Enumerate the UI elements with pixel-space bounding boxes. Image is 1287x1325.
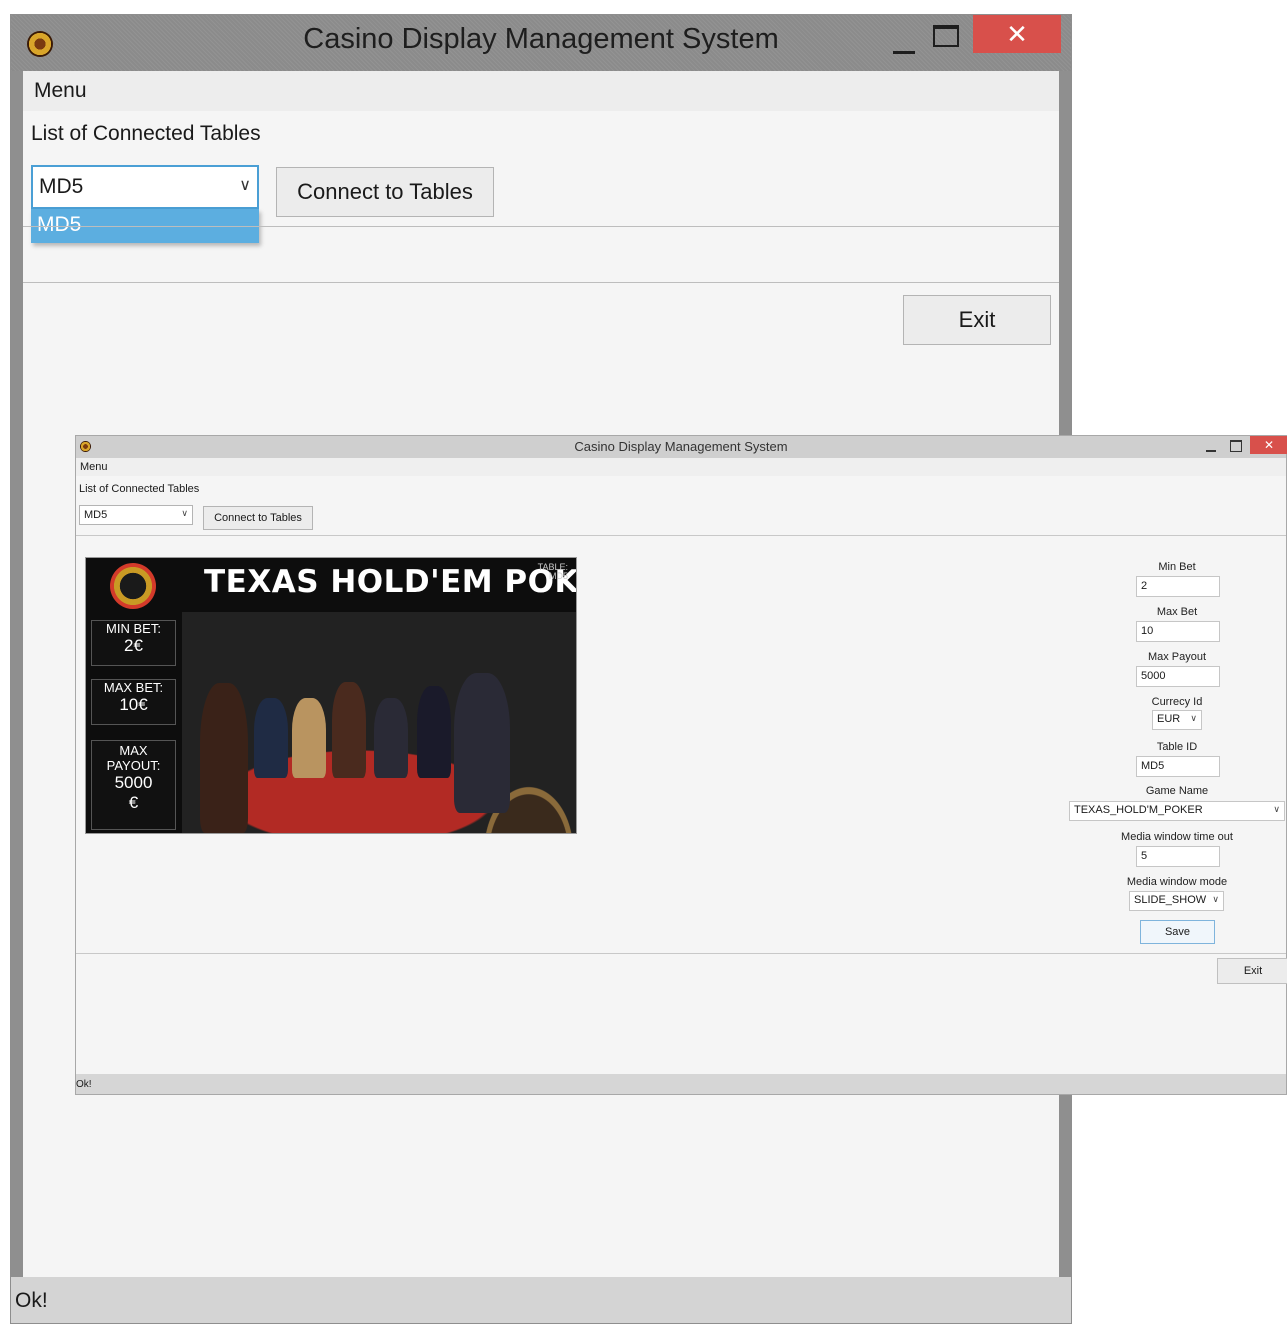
min-bet-input[interactable]: 2	[1136, 576, 1220, 597]
title-bar[interactable]: Casino Display Management System ✕	[76, 436, 1287, 458]
media-window-mode-label: Media window mode	[1126, 876, 1228, 888]
casino-photo	[182, 612, 576, 833]
status-text: Ok!	[76, 1079, 92, 1090]
banner-min-bet-label: MIN BET:	[106, 621, 161, 636]
banner-max-bet-label: MAX BET:	[103, 680, 164, 695]
divider	[76, 953, 1286, 954]
max-payout-input[interactable]: 5000	[1136, 666, 1220, 687]
window-title: Casino Display Management System	[574, 439, 788, 454]
table-select[interactable]: MD5 ∨	[31, 165, 259, 209]
banner-game-title: TEXAS HOLD'EM POKER	[204, 564, 577, 600]
banner-table-label: TABLE: MD5	[537, 562, 568, 581]
table-select[interactable]: MD5 ∨	[79, 505, 193, 525]
minimize-icon[interactable]	[1204, 441, 1218, 453]
game-banner-preview: TEXAS HOLD'EM POKER TABLE: MD5 MIN BET: …	[85, 557, 577, 834]
chevron-down-icon: ∨	[1190, 713, 1197, 723]
min-bet-label: Min Bet	[1158, 561, 1196, 573]
status-bar: Ok!	[11, 1277, 1071, 1323]
status-text: Ok!	[15, 1289, 48, 1312]
menu-bar: Menu	[23, 71, 1059, 111]
banner-max-bet-value: 10€	[119, 695, 148, 714]
banner-min-bet-box: MIN BET: 2€	[91, 620, 176, 666]
menu-item[interactable]: Menu	[34, 79, 87, 103]
menu-bar: Menu	[76, 458, 1286, 476]
divider	[23, 282, 1059, 283]
connected-tables-label: List of Connected Tables	[79, 483, 200, 495]
save-button[interactable]: Save	[1140, 920, 1215, 944]
main-window-small: Casino Display Management System ✕ Menu …	[75, 435, 1287, 1095]
chevron-down-icon: ∨	[239, 177, 251, 194]
chevron-down-icon: ∨	[1273, 804, 1280, 814]
chevron-down-icon: ∨	[1212, 894, 1219, 904]
banner-min-bet-value: 2€	[124, 636, 143, 655]
max-bet-label: Max Bet	[1156, 606, 1198, 618]
connected-tables-label: List of Connected Tables	[31, 122, 261, 145]
dropdown-option[interactable]: MD5	[37, 213, 81, 237]
exit-button[interactable]: Exit	[903, 295, 1051, 345]
banner-max-payout-value: 5000	[114, 773, 153, 792]
table-id-label: Table ID	[1156, 741, 1198, 753]
divider	[23, 226, 1059, 227]
table-id-input[interactable]: MD5	[1136, 756, 1220, 777]
menu-item[interactable]: Menu	[80, 461, 108, 473]
media-window-timeout-label: Media window time out	[1121, 831, 1233, 843]
max-payout-label: Max Payout	[1147, 651, 1207, 663]
divider	[76, 535, 1286, 536]
table-select-value: MD5	[39, 175, 84, 198]
currency-select[interactable]: EUR ∨	[1152, 710, 1202, 730]
chevron-down-icon: ∨	[181, 508, 188, 518]
banner-max-payout-box: MAX PAYOUT: 5000 €	[91, 740, 176, 830]
media-window-mode-value: SLIDE_SHOW	[1134, 894, 1207, 906]
media-window-mode-select[interactable]: SLIDE_SHOW ∨	[1129, 891, 1224, 911]
status-bar: Ok!	[76, 1074, 1286, 1094]
game-name-label: Game Name	[1145, 785, 1209, 797]
game-name-select[interactable]: TEXAS_HOLD'M_POKER ∨	[1069, 801, 1285, 821]
connect-to-tables-button[interactable]: Connect to Tables	[276, 167, 494, 217]
max-bet-input[interactable]: 10	[1136, 621, 1220, 642]
close-icon[interactable]: ✕	[973, 15, 1061, 53]
table-select-value: MD5	[84, 509, 108, 521]
maximize-icon[interactable]	[933, 25, 959, 47]
currency-id-label: Currecy Id	[1151, 696, 1203, 708]
close-icon[interactable]: ✕	[1250, 436, 1287, 454]
exit-button[interactable]: Exit	[1217, 958, 1287, 984]
banner-max-payout-label: MAX PAYOUT:	[106, 743, 161, 773]
minimize-icon[interactable]	[885, 29, 925, 59]
banner-max-bet-box: MAX BET: 10€	[91, 679, 176, 725]
connect-to-tables-button[interactable]: Connect to Tables	[203, 506, 313, 530]
title-bar[interactable]: Casino Display Management System ✕	[11, 15, 1071, 71]
game-name-select-value: TEXAS_HOLD'M_POKER	[1074, 804, 1203, 816]
banner-max-payout-currency: €	[128, 793, 139, 812]
media-window-timeout-input[interactable]: 5	[1136, 846, 1220, 867]
ctc-holdings-logo-icon	[110, 563, 156, 609]
currency-select-value: EUR	[1157, 713, 1181, 725]
maximize-icon[interactable]	[1230, 440, 1242, 452]
